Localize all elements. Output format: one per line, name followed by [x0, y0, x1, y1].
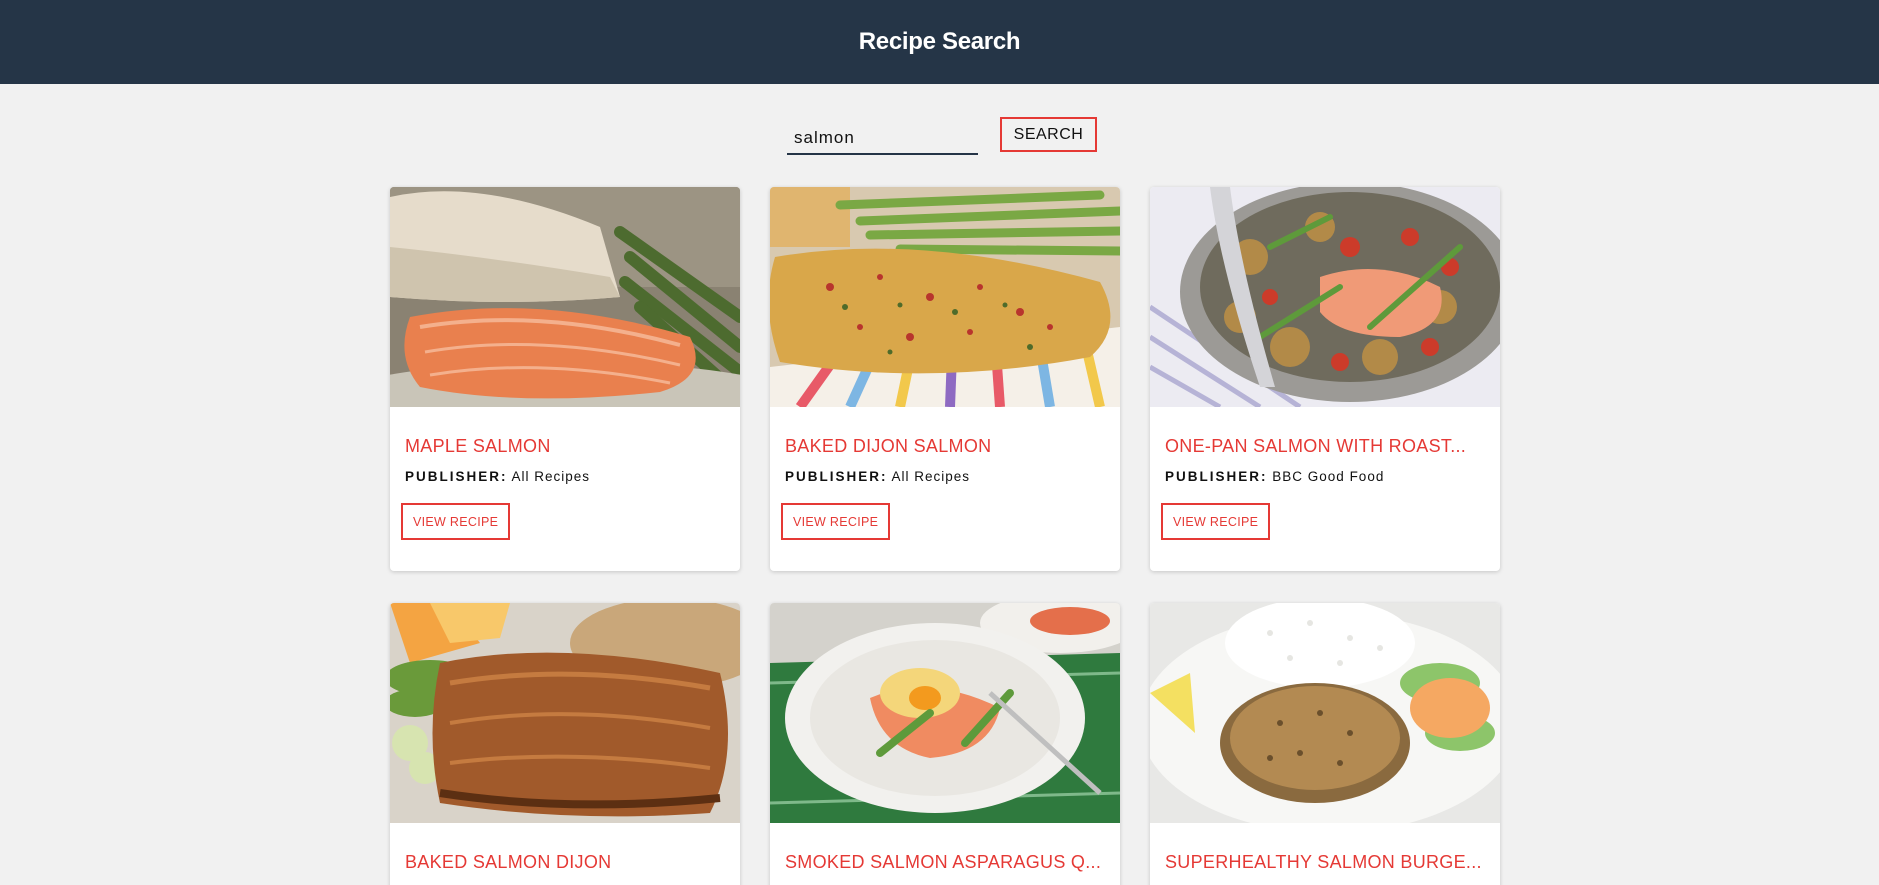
recipe-image	[390, 603, 740, 823]
recipe-card: BAKED DIJON SALMON PUBLISHER: All Recipe…	[770, 187, 1120, 571]
recipe-title: BAKED SALMON DIJON	[405, 852, 612, 872]
recipe-card: BAKED SALMON DIJON	[390, 603, 740, 885]
recipe-image	[390, 187, 740, 407]
view-recipe-button[interactable]: VIEW RECIPE	[401, 503, 511, 540]
recipe-image	[770, 603, 1120, 823]
recipe-card: SMOKED SALMON ASPARAGUS Q...	[770, 603, 1120, 885]
recipe-title: SUPERHEALTHY SALMON BURGE...	[1165, 852, 1482, 872]
view-recipe-button[interactable]: VIEW RECIPE	[781, 503, 891, 540]
publisher-name: All Recipes	[891, 469, 971, 484]
search-button[interactable]: SEARCH	[1000, 117, 1097, 152]
recipe-title: ONE-PAN SALMON WITH ROAST...	[1165, 436, 1467, 456]
publisher-label: PUBLISHER:	[405, 469, 508, 484]
recipe-title: BAKED DIJON SALMON	[785, 436, 992, 456]
page-title: Recipe Search	[858, 28, 1021, 55]
publisher-label: PUBLISHER:	[1165, 469, 1268, 484]
recipe-card: ONE-PAN SALMON WITH ROAST... PUBLISHER: …	[1150, 187, 1500, 571]
app-header: Recipe Search	[0, 0, 1879, 84]
recipe-card: SUPERHEALTHY SALMON BURGE...	[1150, 603, 1500, 885]
recipe-title: SMOKED SALMON ASPARAGUS Q...	[785, 852, 1102, 872]
recipe-image	[1150, 187, 1500, 407]
recipe-title: MAPLE SALMON	[405, 436, 551, 456]
search-form: SEARCH	[787, 117, 1099, 155]
recipe-publisher: PUBLISHER: BBC Good Food	[1165, 469, 1384, 484]
publisher-label: PUBLISHER:	[785, 469, 888, 484]
publisher-name: All Recipes	[511, 469, 591, 484]
view-recipe-button[interactable]: VIEW RECIPE	[1161, 503, 1271, 540]
recipe-image	[770, 187, 1120, 407]
publisher-name: BBC Good Food	[1272, 469, 1385, 484]
search-input[interactable]	[787, 117, 978, 155]
recipe-publisher: PUBLISHER: All Recipes	[785, 469, 970, 484]
recipe-card: MAPLE SALMON PUBLISHER: All Recipes VIEW…	[390, 187, 740, 571]
recipe-publisher: PUBLISHER: All Recipes	[405, 469, 590, 484]
recipe-image	[1150, 603, 1500, 823]
